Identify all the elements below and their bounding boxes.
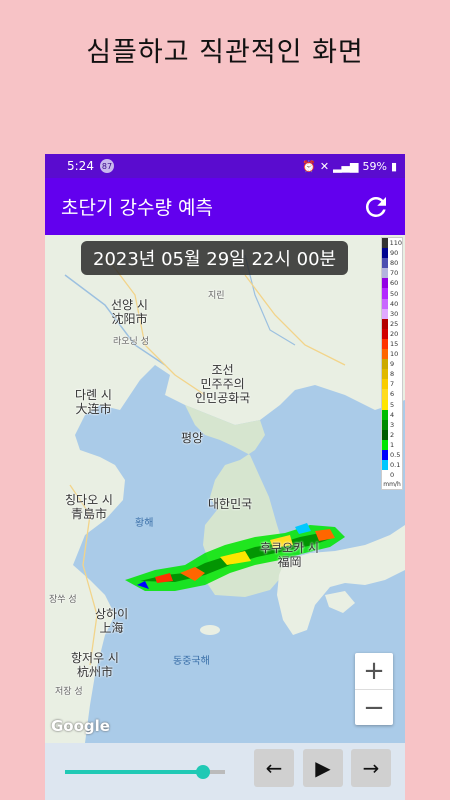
label-yellow-sea: 황해 [135,518,154,529]
legend-label: 5 [390,400,395,409]
legend-level: 40 [382,298,402,309]
label-east-china-sea: 동중국해 [173,656,210,667]
legend-label: 15 [390,339,399,348]
legend-label: 20 [390,329,399,338]
phone-screen: 5:24 87 ⏰ ✕ ▂▄▆ 59% ▮ 초단기 강수량 예측 2023년 0… [45,154,405,800]
legend-label: 60 [390,279,399,288]
legend-level: 2 [382,429,402,440]
legend-level: 20 [382,328,402,339]
legend-label: 0 [390,471,395,480]
alarm-icon: ⏰ [302,159,316,173]
timestamp-overlay: 2023년 05월 29일 22시 00분 [81,241,349,275]
next-button[interactable]: → [351,749,391,787]
mute-icon: ✕ [319,159,330,173]
legend-level: 0.5 [382,449,402,461]
legend-level: 110 [382,238,402,249]
legend-label: 70 [390,269,399,278]
label-shanghai: 상하이 上海 [95,607,129,635]
legend-level: 8 [382,369,402,380]
legend-level: 90 [382,248,402,259]
app-bar: 초단기 강수량 예측 [45,178,405,235]
legend-label: 40 [390,299,399,308]
slider-fill [65,770,203,774]
legend-level: 30 [382,308,402,319]
zoom-out-button[interactable]: − [355,689,393,725]
status-time: 5:24 [67,159,94,173]
legend-level: 1 [382,439,402,450]
legend-label: 2 [390,430,395,439]
label-hangzhou: 항저우 시 杭州市 [71,651,119,679]
legend-label: 10 [390,350,399,359]
legend-label: 0.1 [390,461,401,470]
notification-badge: 87 [99,159,114,173]
legend-label: 90 [390,249,399,258]
battery-level: 59% [362,159,387,173]
time-slider[interactable] [65,765,225,779]
status-bar: 5:24 87 ⏰ ✕ ▂▄▆ 59% ▮ [45,154,405,178]
legend-level: 80 [382,258,402,269]
legend-level: 60 [382,278,402,289]
legend-level: 0 [382,470,402,481]
legend-level: 10 [382,349,402,360]
radar-map[interactable]: 2023년 05월 29일 22시 00분 110 90 80 70 60 50 40 30 2… [45,235,405,743]
legend-label: 25 [390,319,399,328]
legend-label: 110 [389,239,402,248]
legend-rows: 110 90 80 70 60 50 40 30 25 20 15 10 9 8 7 6 5 4 3 2 1 0.5 0.1… [382,238,402,481]
app-title: 초단기 강수량 예측 [61,197,213,219]
legend-level: 4 [382,409,402,420]
legend-label: 30 [390,309,399,318]
legend-label: 50 [390,289,399,298]
prev-button[interactable]: ← [254,749,294,787]
legend-level: 5 [382,399,402,410]
playback-controls: ← ▶ → [45,743,405,800]
legend-unit: mm/h [383,481,401,489]
label-north-korea: 조선 민주주의 인민공화국 [195,363,251,405]
zoom-in-button[interactable]: + [355,653,393,689]
legend-label: 9 [390,360,395,369]
legend-level: 25 [382,318,402,329]
refresh-icon[interactable] [361,192,391,222]
label-zhejiang: 저장 성 [55,687,83,697]
legend-level: 7 [382,379,402,390]
label-dalian: 다롄 시 大连市 [75,388,112,416]
legend-label: 7 [390,380,395,389]
label-south-korea: 대한민국 [208,497,253,511]
label-qingdao: 칭다오 시 青島市 [65,493,113,521]
zoom-controls: + − [355,653,393,725]
legend-level: 3 [382,419,402,430]
label-shenyang: 선양 시 沈阳市 [111,298,148,326]
legend-label: 8 [390,370,395,379]
signal-icon: ▂▄▆ [333,159,359,173]
status-icons: ⏰ ✕ ▂▄▆ 59% ▮ [302,160,397,173]
legend-label: 1 [390,440,395,449]
precipitation-legend: 110 90 80 70 60 50 40 30 25 20 15 10 9 8 7 6 5 4 3 2 1 0.5 0.1… [381,237,403,491]
legend-level: 9 [382,359,402,370]
legend-level: 50 [382,288,402,299]
legend-level: 6 [382,389,402,400]
label-fukuoka: 후쿠오카 시 福岡 [260,541,320,569]
legend-level: 70 [382,268,402,279]
label-jiangsu: 장쑤 성 [49,595,77,605]
legend-level: 0.1 [382,460,402,471]
google-attribution: Google [51,717,110,735]
promo-caption: 심플하고 직관적인 화면 [86,37,364,68]
legend-level: 15 [382,338,402,350]
legend-label: 4 [390,410,395,419]
label-jilin: 지린 [208,291,225,301]
play-button[interactable]: ▶ [303,749,343,787]
battery-icon: ▮ [390,159,397,173]
legend-label: 80 [390,259,399,268]
legend-label: 0.5 [390,451,401,460]
legend-label: 6 [390,390,395,399]
label-pyongyang: 평양 [181,431,204,445]
slider-thumb[interactable] [195,765,210,779]
label-liaoning: 라오닝 성 [113,337,149,347]
legend-label: 3 [390,420,395,429]
